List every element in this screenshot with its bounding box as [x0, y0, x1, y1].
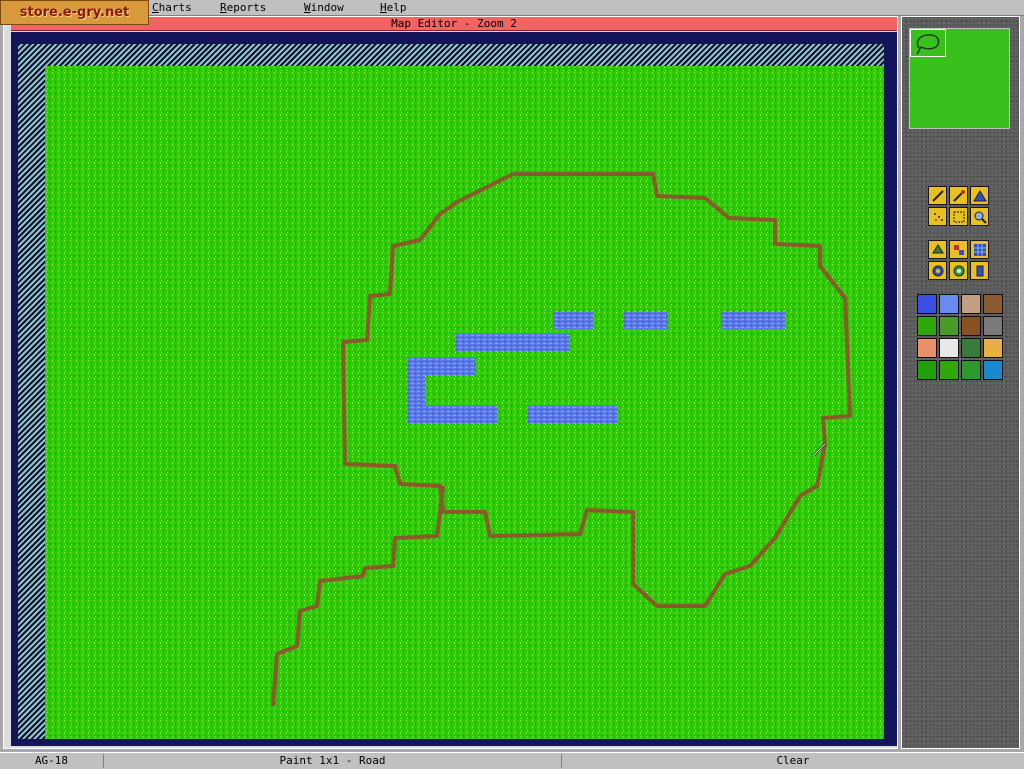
desert-tile[interactable] — [983, 338, 1003, 358]
plain-tile[interactable] — [917, 360, 937, 380]
stamp-icon — [954, 245, 964, 255]
water-segment — [553, 311, 593, 329]
map-border-left — [18, 44, 45, 739]
menu-bar: Charts Reports Window Help — [0, 0, 1024, 16]
minimap-road-icon — [916, 34, 940, 55]
dig-icon — [932, 244, 944, 254]
grass-terrain — [45, 66, 884, 739]
grid-tool-button[interactable] — [970, 240, 989, 259]
minimap[interactable] — [909, 28, 1010, 129]
menu-reports[interactable]: Reports — [220, 0, 266, 15]
zoom-icon — [974, 211, 987, 224]
fill-tool-button[interactable] — [970, 186, 989, 205]
select-rect-tool-button[interactable] — [949, 207, 968, 226]
zoom-tool-button[interactable] — [970, 207, 989, 226]
status-bar: AG-18 Paint 1x1 - Road Clear — [0, 752, 1024, 769]
water-segment — [455, 334, 570, 352]
map-border-top — [18, 44, 884, 66]
coast-tile[interactable] — [983, 360, 1003, 380]
minimap-viewport[interactable] — [910, 29, 946, 57]
watermark-logo: store.e-gry.net — [0, 0, 149, 25]
forest-tile[interactable] — [961, 338, 981, 358]
bush-tile[interactable] — [939, 316, 959, 336]
shallow-water-tile[interactable] — [939, 294, 959, 314]
spray-tool-button[interactable] — [928, 207, 947, 226]
settlement-tile[interactable] — [983, 294, 1003, 314]
dig-tool-button[interactable] — [928, 240, 947, 259]
brush-icon — [953, 190, 965, 202]
grass-tile[interactable] — [917, 316, 937, 336]
menu-help[interactable]: Help — [380, 0, 407, 15]
select-rect-icon — [953, 211, 965, 223]
pencil-tool-button[interactable] — [928, 186, 947, 205]
fill-icon — [973, 190, 987, 202]
status-coordinates: AG-18 — [0, 754, 104, 768]
map-overlay[interactable] — [45, 66, 884, 739]
center-icon — [953, 265, 965, 277]
sand-tile[interactable] — [917, 338, 937, 358]
water-segment — [407, 406, 497, 424]
water-segment — [623, 311, 667, 329]
dirt-tile[interactable] — [961, 316, 981, 336]
stamp-tool-button[interactable] — [949, 240, 968, 259]
water-segment — [527, 406, 617, 424]
water-segment — [721, 311, 785, 329]
target-tool-button[interactable] — [928, 261, 947, 280]
object-tool-button[interactable] — [970, 261, 989, 280]
river-tile[interactable] — [961, 360, 981, 380]
road-tile[interactable] — [939, 360, 959, 380]
rocks-tile[interactable] — [983, 316, 1003, 336]
brush-tool-button[interactable] — [949, 186, 968, 205]
object-icon — [976, 265, 984, 277]
snow-tile[interactable] — [939, 338, 959, 358]
spray-icon — [934, 213, 943, 221]
target-icon — [932, 265, 944, 277]
status-action: Clear — [776, 754, 810, 767]
town-tile[interactable] — [961, 294, 981, 314]
status-mode: Paint 1x1 - Road — [104, 754, 562, 768]
water-segment — [407, 358, 475, 376]
pencil-icon — [932, 190, 944, 202]
center-tool-button[interactable] — [949, 261, 968, 280]
menu-window[interactable]: Window — [304, 0, 344, 15]
grid-icon — [974, 244, 986, 256]
menu-charts[interactable]: Charts — [152, 0, 192, 15]
water-tile[interactable] — [917, 294, 937, 314]
